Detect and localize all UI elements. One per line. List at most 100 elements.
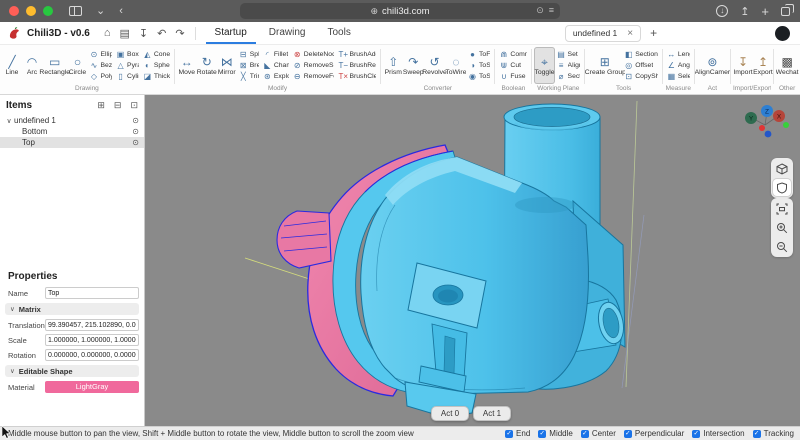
ribbon-button-tosolid[interactable]: ◉ToSolid — [468, 72, 490, 82]
checkbox-checked-icon[interactable]: ✓ — [538, 430, 546, 438]
ribbon-button-set[interactable]: ▤Set — [557, 50, 581, 60]
ribbon-button-removeshapes[interactable]: ⊘RemoveShapes — [293, 61, 335, 71]
editable-shape-section-header[interactable]: ∨ Editable Shape — [5, 365, 139, 377]
ribbon-button-common[interactable]: ⋒Common — [499, 50, 527, 60]
ribbon-button-pyramid[interactable]: △Pyramid — [116, 61, 139, 71]
ribbon-button-chamfer[interactable]: ◣Chamfer — [263, 61, 289, 71]
ribbon-button-import[interactable]: ↧Import — [733, 47, 753, 84]
snap-toggle-end[interactable]: ✓End — [505, 429, 530, 438]
wireframe-cube-icon[interactable] — [773, 160, 791, 177]
ribbon-button-prism[interactable]: ⇧Prism — [383, 47, 403, 84]
scale-input[interactable] — [45, 334, 139, 346]
snap-toggle-center[interactable]: ✓Center — [581, 429, 616, 438]
new-tab-icon[interactable]: + — [761, 4, 769, 19]
zoom-out-icon[interactable] — [773, 238, 791, 255]
ribbon-button-brushremove[interactable]: T−BrushRemove — [338, 61, 376, 71]
visibility-eye-icon[interactable]: ⊙ — [132, 116, 139, 125]
ribbon-button-section[interactable]: ⌀Section — [557, 72, 581, 82]
add-document-icon[interactable]: + — [650, 26, 657, 40]
ribbon-button-angle[interactable]: ∠Angle — [667, 61, 690, 71]
ribbon-button-fillet[interactable]: ◜Fillet — [263, 50, 289, 60]
undo-icon[interactable]: ↶ — [157, 27, 166, 40]
ribbon-button-rotate[interactable]: ↻Rotate — [197, 47, 217, 84]
ribbon-button-move[interactable]: ↔Move — [177, 47, 197, 84]
ribbon-button-aligncamer[interactable]: ⊚AlignCamer — [697, 47, 728, 84]
ribbon-button-bezier[interactable]: ∿Bezier — [89, 61, 112, 71]
ribbon-button-toshell[interactable]: ◑ToShell — [468, 61, 490, 71]
ribbon-button-create-group[interactable]: ⊞Create Group — [587, 47, 622, 84]
ribbon-button-cut[interactable]: ⋓Cut — [499, 61, 527, 71]
ribbon-button-wechat[interactable]: ▩Wechat — [776, 47, 798, 84]
expand-icon[interactable]: ⊡ — [130, 100, 138, 111]
ribbon-button-arc[interactable]: ◠Arc — [22, 47, 42, 84]
ribbon-button-mirror[interactable]: ⋈Mirror — [217, 47, 237, 84]
collapse-all-icon[interactable]: ⊟ — [114, 100, 122, 111]
ribbon-button-split[interactable]: ⊟Split — [239, 50, 259, 60]
ribbon-button-sweep[interactable]: ↷Sweep — [403, 47, 423, 84]
ribbon-button-brushadd[interactable]: T+BrushAdd — [338, 50, 376, 60]
close-icon[interactable]: × — [627, 28, 633, 39]
tree-chevron-icon[interactable]: ∨ — [4, 117, 14, 125]
material-button[interactable]: LightGray — [45, 381, 139, 393]
ribbon-button-box[interactable]: ▣Box — [116, 50, 139, 60]
ribbon-button-removefeature[interactable]: ⊖RemoveFeature — [293, 72, 335, 82]
new-folder-icon[interactable]: ⊞ — [97, 100, 105, 111]
back-icon[interactable]: ‹ — [119, 0, 123, 22]
viewport-3d[interactable]: Z X Y — [145, 95, 800, 426]
redo-icon[interactable]: ↷ — [175, 27, 184, 40]
ribbon-button-trim[interactable]: ╳Trim — [239, 72, 259, 82]
badge-icon[interactable]: ⊙ — [536, 5, 544, 16]
ribbon-button-select[interactable]: ▦Select — [667, 72, 690, 82]
checkbox-checked-icon[interactable]: ✓ — [753, 430, 761, 438]
ribbon-button-section[interactable]: ◧Section — [624, 50, 658, 60]
act-1-button[interactable]: Act 1 — [473, 406, 511, 421]
ribbon-button-deletenode[interactable]: ⊗DeleteNode — [293, 50, 335, 60]
visibility-eye-icon[interactable]: ⊙ — [132, 138, 139, 147]
chevron-down-icon[interactable]: ⌄ — [96, 0, 105, 22]
matrix-section-header[interactable]: ∨ Matrix — [5, 303, 139, 315]
ribbon-button-export[interactable]: ↥Export — [753, 47, 773, 84]
window-controls[interactable] — [9, 6, 53, 16]
minimize-window-button[interactable] — [26, 6, 36, 16]
tree-item-undefined-1[interactable]: ∨undefined 1⊙ — [0, 115, 144, 126]
fit-view-icon[interactable] — [773, 200, 791, 217]
ribbon-button-length[interactable]: ↔Length — [667, 50, 690, 60]
checkbox-checked-icon[interactable]: ✓ — [624, 430, 632, 438]
ribbon-button-revolve[interactable]: ↺Revolve — [423, 47, 446, 84]
ribbon-button-cone[interactable]: ◭Cone — [143, 50, 170, 60]
address-bar[interactable]: ⊕ chili3d.com ⊙ ≡ — [240, 3, 560, 19]
checkbox-checked-icon[interactable]: ✓ — [505, 430, 513, 438]
save-icon[interactable]: ↧ — [139, 27, 148, 40]
ribbon-button-align[interactable]: ≡Align — [557, 61, 581, 71]
tab-startup[interactable]: Startup — [206, 22, 256, 44]
ribbon-button-ellipse[interactable]: ⊙Ellipse — [89, 50, 112, 60]
sidebar-toggle-icon[interactable] — [69, 6, 82, 16]
ribbon-button-circle[interactable]: ○Circle — [67, 47, 87, 84]
ribbon-button-fuse[interactable]: ∪Fuse — [499, 72, 527, 82]
rotation-input[interactable] — [45, 349, 139, 361]
ribbon-button-towire[interactable]: ◌ToWire — [446, 47, 466, 84]
tab-tools[interactable]: Tools — [318, 22, 359, 44]
act-0-button[interactable]: Act 0 — [431, 406, 469, 421]
close-window-button[interactable] — [9, 6, 19, 16]
tab-overview-icon[interactable] — [781, 7, 790, 16]
ribbon-button-line[interactable]: ╱Line — [2, 47, 22, 84]
ribbon-button-brushclear[interactable]: T×BrushClear — [338, 72, 376, 82]
tree-item-top[interactable]: Top⊙ — [0, 137, 144, 148]
zoom-window-button[interactable] — [43, 6, 53, 16]
home-icon[interactable]: ⌂ — [104, 27, 111, 40]
ribbon-button-sphere[interactable]: ◐Sphere — [143, 61, 170, 71]
ribbon-button-offset[interactable]: ◎Offset — [624, 61, 658, 71]
share-icon[interactable]: ↥ — [740, 5, 749, 18]
ribbon-button-toggle[interactable]: ⌖Toggle — [534, 47, 554, 84]
checkbox-checked-icon[interactable]: ✓ — [692, 430, 700, 438]
ribbon-button-polygon[interactable]: ◇Polygon — [89, 72, 112, 82]
shading-shield-icon[interactable] — [773, 179, 791, 196]
tab-drawing[interactable]: Drawing — [260, 22, 315, 44]
reader-mode-icon[interactable]: ≡ — [549, 5, 554, 16]
document-tab[interactable]: undefined 1 × — [565, 25, 641, 42]
tree-item-bottom[interactable]: Bottom⊙ — [0, 126, 144, 137]
snap-toggle-middle[interactable]: ✓Middle — [538, 429, 573, 438]
zoom-in-icon[interactable] — [773, 219, 791, 236]
checkbox-checked-icon[interactable]: ✓ — [581, 430, 589, 438]
